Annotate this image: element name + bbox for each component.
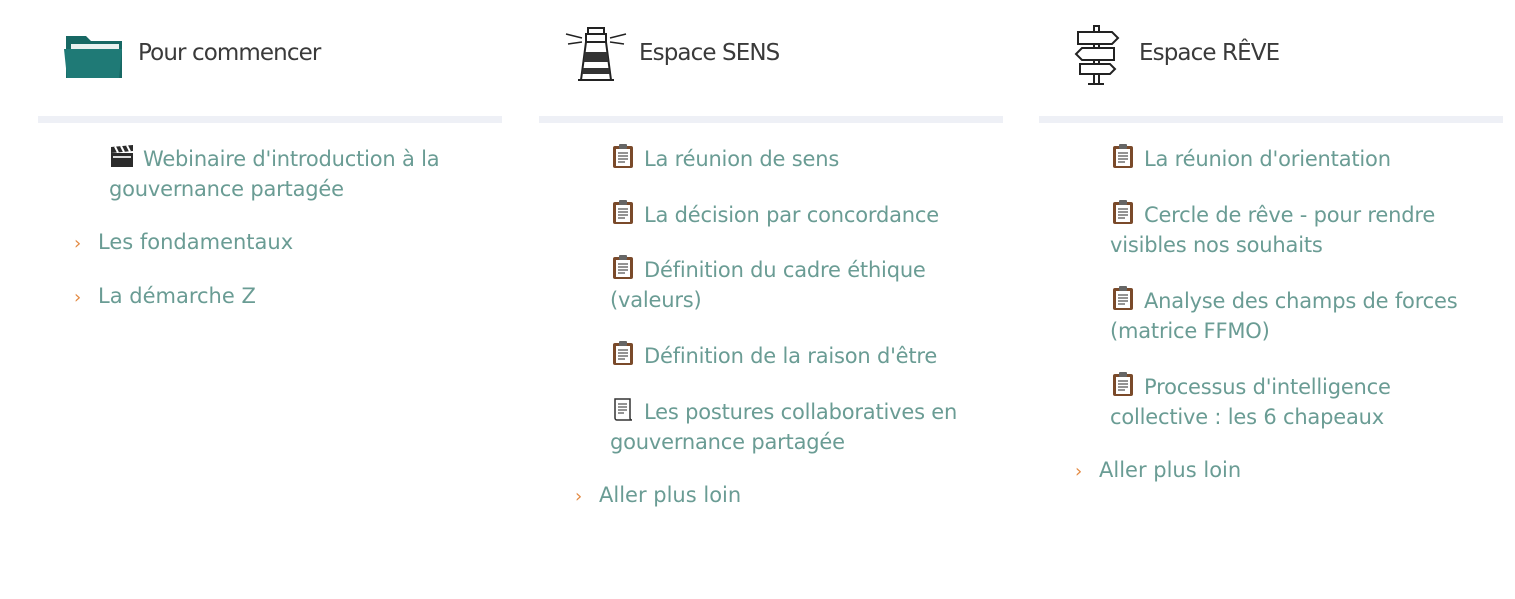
- activity-label: Webinaire d'introduction à la gouvernanc…: [109, 147, 440, 201]
- clipboard-icon: [610, 199, 636, 225]
- folder-icon: [63, 22, 127, 86]
- activity-reunion-sens[interactable]: La réunion de sens: [610, 143, 980, 174]
- folder-link-aller-plus-loin[interactable]: › Aller plus loin: [575, 480, 741, 512]
- section-title: Espace RÊVE: [1139, 40, 1280, 66]
- activity-label: Définition du cadre éthique (valeurs): [610, 258, 926, 312]
- activity-webinaire[interactable]: Webinaire d'introduction à la gouvernanc…: [109, 143, 469, 204]
- activity-label: Définition de la raison d'être: [644, 344, 938, 368]
- activity-label: Les postures collaboratives en gouvernan…: [610, 400, 958, 454]
- folder-link-fondamentaux[interactable]: › Les fondamentaux: [74, 227, 293, 259]
- chevron-right-icon: ›: [575, 486, 583, 507]
- activity-champs-forces[interactable]: Analyse des champs de forces (matrice FF…: [1110, 285, 1480, 346]
- activity-label: Cercle de rêve - pour rendre visibles no…: [1110, 203, 1436, 257]
- signpost-icon: [1064, 22, 1128, 86]
- section-divider: [1039, 116, 1503, 123]
- activity-decision-concordance[interactable]: La décision par concordance: [610, 199, 980, 230]
- chevron-right-icon: ›: [74, 287, 82, 308]
- section-divider: [38, 116, 502, 123]
- lighthouse-icon: [564, 22, 628, 86]
- clipboard-icon: [610, 254, 636, 280]
- activity-raison-etre[interactable]: Définition de la raison d'être: [610, 340, 980, 371]
- chevron-right-icon: ›: [1075, 461, 1083, 482]
- activity-six-chapeaux[interactable]: Processus d'intelligence collective : le…: [1110, 371, 1480, 432]
- section-header: Espace SENS: [539, 0, 1003, 116]
- section-title: Pour commencer: [138, 40, 321, 66]
- clipboard-icon: [1110, 285, 1136, 311]
- link-label: Aller plus loin: [1099, 458, 1242, 482]
- clipboard-icon: [1110, 371, 1136, 397]
- activity-label: La décision par concordance: [644, 203, 939, 227]
- activity-label: Processus d'intelligence collective : le…: [1110, 375, 1391, 429]
- activity-label: La réunion de sens: [644, 147, 840, 171]
- section-espace-reve: Espace RÊVE La réunion d'orientation Cer…: [1039, 0, 1503, 482]
- chevron-right-icon: ›: [74, 233, 82, 254]
- scroll-icon: [610, 396, 636, 422]
- link-label: Aller plus loin: [599, 483, 742, 507]
- link-label: Les fondamentaux: [98, 230, 294, 254]
- clapperboard-icon: [109, 143, 135, 169]
- section-title: Espace SENS: [639, 40, 780, 66]
- section-divider: [539, 116, 1003, 123]
- clipboard-icon: [610, 340, 636, 366]
- clipboard-icon: [1110, 143, 1136, 169]
- section-espace-sens: Espace SENS La réunion de sens La décisi…: [539, 0, 1003, 507]
- section-header: Pour commencer: [38, 0, 502, 116]
- section-pour-commencer: Pour commencer Webinaire d'introduction …: [38, 0, 502, 308]
- clipboard-icon: [1110, 199, 1136, 225]
- folder-link-aller-plus-loin[interactable]: › Aller plus loin: [1075, 455, 1241, 487]
- activity-reunion-orientation[interactable]: La réunion d'orientation: [1110, 143, 1480, 174]
- link-label: La démarche Z: [98, 284, 256, 308]
- activity-cercle-reve[interactable]: Cercle de rêve - pour rendre visibles no…: [1110, 199, 1480, 260]
- clipboard-icon: [610, 143, 636, 169]
- activity-label: Analyse des champs de forces (matrice FF…: [1110, 289, 1458, 343]
- activity-label: La réunion d'orientation: [1144, 147, 1391, 171]
- activity-cadre-ethique[interactable]: Définition du cadre éthique (valeurs): [610, 254, 980, 315]
- section-header: Espace RÊVE: [1039, 0, 1503, 116]
- folder-link-demarche-z[interactable]: › La démarche Z: [74, 281, 256, 313]
- activity-postures-collaboratives[interactable]: Les postures collaboratives en gouvernan…: [610, 396, 980, 457]
